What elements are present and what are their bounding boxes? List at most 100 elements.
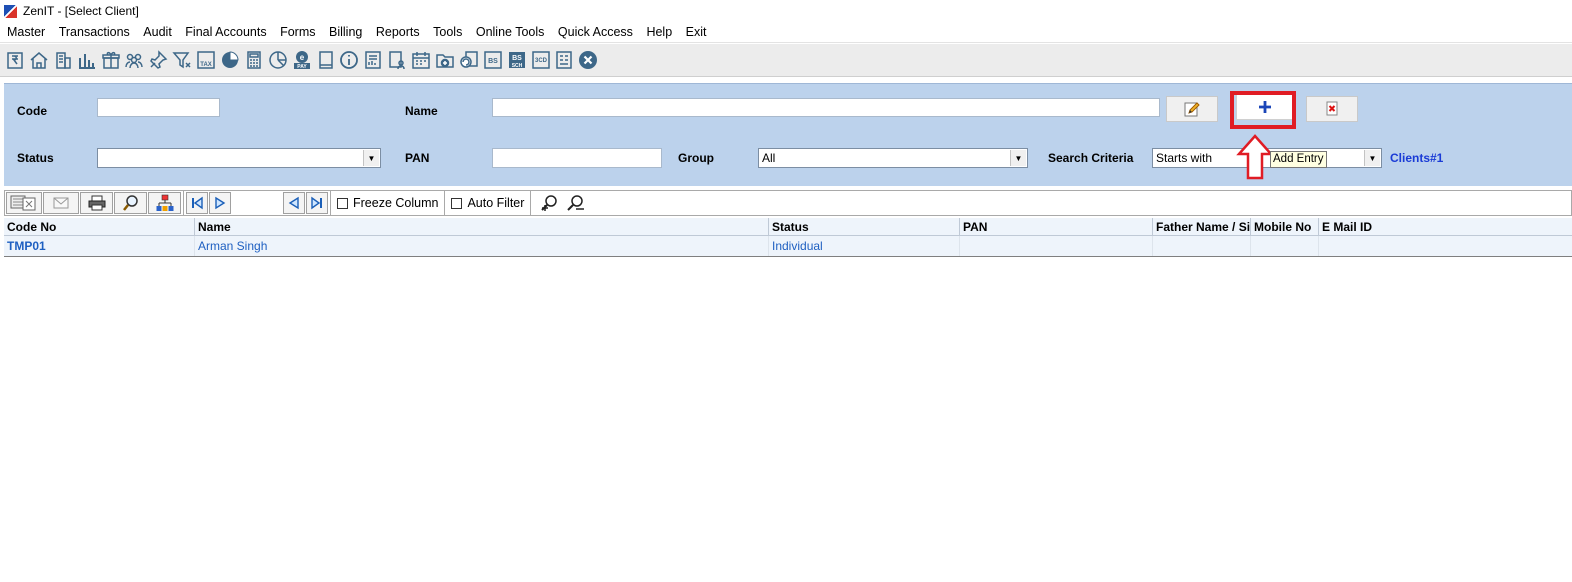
home-icon[interactable] xyxy=(28,49,50,71)
column-header-mobile-no[interactable]: Mobile No xyxy=(1251,218,1319,235)
menu-audit[interactable]: Audit xyxy=(143,25,172,39)
app-logo-icon xyxy=(4,4,17,18)
svg-text:BS: BS xyxy=(512,55,522,62)
menu-transactions[interactable]: Transactions xyxy=(59,25,130,39)
zoom-in-button[interactable] xyxy=(541,194,559,212)
building-icon[interactable] xyxy=(52,49,74,71)
status-select[interactable]: ▼ xyxy=(97,148,381,168)
up-arrow-indicator-icon xyxy=(1236,134,1274,180)
menu-help[interactable]: Help xyxy=(646,25,672,39)
folder-add-icon[interactable] xyxy=(434,49,456,71)
book-icon[interactable] xyxy=(315,49,337,71)
svg-text:PAY: PAY xyxy=(297,64,307,70)
user-doc-icon[interactable] xyxy=(386,49,408,71)
clients-count[interactable]: Clients#1 xyxy=(1390,151,1443,165)
first-record-button[interactable] xyxy=(186,192,208,214)
hierarchy-icon xyxy=(156,194,173,211)
preview-button[interactable] xyxy=(114,192,147,214)
grid-header: Code No Name Status PAN Father Name / Si… xyxy=(4,218,1572,236)
report-icon[interactable] xyxy=(362,49,384,71)
group-label: Group xyxy=(678,151,714,165)
table-row[interactable]: TMP01 Arman Singh Individual xyxy=(4,236,1572,257)
filter-icon[interactable] xyxy=(171,49,193,71)
print-button[interactable] xyxy=(80,192,113,214)
menu-master[interactable]: Master xyxy=(7,25,45,39)
column-header-father-name[interactable]: Father Name / Sig xyxy=(1153,218,1251,235)
gift-icon[interactable] xyxy=(100,49,122,71)
magnifier-icon xyxy=(122,195,138,211)
svg-text:3CD: 3CD xyxy=(535,58,548,64)
menu-quick-access[interactable]: Quick Access xyxy=(558,25,633,39)
cell-code-no[interactable]: TMP01 xyxy=(4,236,195,256)
delete-button[interactable] xyxy=(1306,96,1358,122)
hierarchy-button[interactable] xyxy=(148,192,181,214)
bs-icon[interactable]: BS xyxy=(482,49,504,71)
add-entry-tooltip: Add Entry xyxy=(1270,151,1327,168)
cell-name[interactable]: Arman Singh xyxy=(195,236,769,256)
skip-first-icon xyxy=(192,196,203,210)
bar-chart-icon[interactable] xyxy=(76,49,98,71)
menu-tools[interactable]: Tools xyxy=(433,25,462,39)
name-input[interactable] xyxy=(492,98,1160,117)
calculator-icon[interactable] xyxy=(243,49,265,71)
zoom-out-button[interactable] xyxy=(567,194,585,212)
name-label: Name xyxy=(405,104,438,118)
next-button[interactable] xyxy=(209,192,231,214)
column-header-status[interactable]: Status xyxy=(769,218,960,235)
freeze-column-checkbox[interactable]: Freeze Column xyxy=(331,191,444,215)
close-circle-icon[interactable] xyxy=(577,49,599,71)
epay-icon[interactable]: e PAY xyxy=(291,49,313,71)
group-value: All xyxy=(762,151,776,165)
pie-icon[interactable] xyxy=(219,49,241,71)
pencil-edit-icon xyxy=(1184,102,1200,117)
3cd-icon[interactable]: 3CD xyxy=(530,49,552,71)
code-label: Code xyxy=(17,104,47,118)
users-icon[interactable] xyxy=(123,49,145,71)
pin-icon[interactable] xyxy=(147,49,169,71)
freeze-column-label: Freeze Column xyxy=(353,196,439,210)
zoom-in-icon xyxy=(541,195,558,211)
rupee-book-icon[interactable] xyxy=(4,49,26,71)
calendar-icon[interactable] xyxy=(410,49,432,71)
tax-icon[interactable]: TAX xyxy=(195,49,217,71)
cell-status[interactable]: Individual xyxy=(769,236,960,256)
cell-pan[interactable] xyxy=(960,236,1153,256)
title-bar: ZenIT - [Select Client] xyxy=(0,0,1572,22)
form-icon[interactable] xyxy=(553,49,575,71)
clock-chart-icon[interactable] xyxy=(267,49,289,71)
pan-label: PAN xyxy=(405,151,430,165)
chevron-down-icon: ▼ xyxy=(363,150,379,166)
filter-panel: Code Name Status ▼ PAN Group All ▼ Searc… xyxy=(4,83,1572,186)
last-record-button[interactable] xyxy=(306,192,328,214)
cell-father-name[interactable] xyxy=(1153,236,1251,256)
code-input[interactable] xyxy=(97,98,220,117)
printer-icon xyxy=(88,195,105,211)
column-header-email-id[interactable]: E Mail ID xyxy=(1319,218,1572,235)
chevron-down-icon: ▼ xyxy=(1010,150,1026,166)
refresh-doc-icon[interactable] xyxy=(458,49,480,71)
export-icon xyxy=(10,195,36,211)
menu-forms[interactable]: Forms xyxy=(280,25,315,39)
cell-mobile-no[interactable] xyxy=(1251,236,1319,256)
window-title: ZenIT - [Select Client] xyxy=(23,4,139,18)
search-criteria-value: Starts with xyxy=(1156,151,1213,165)
auto-filter-checkbox[interactable]: Auto Filter xyxy=(445,191,530,215)
previous-button[interactable] xyxy=(283,192,305,214)
edit-button[interactable] xyxy=(1166,96,1218,122)
info-icon[interactable] xyxy=(338,49,360,71)
export-button[interactable] xyxy=(6,192,42,214)
menu-online-tools[interactable]: Online Tools xyxy=(476,25,545,39)
menu-final-accounts[interactable]: Final Accounts xyxy=(185,25,266,39)
menu-exit[interactable]: Exit xyxy=(686,25,707,39)
menu-billing[interactable]: Billing xyxy=(329,25,362,39)
mail-button[interactable] xyxy=(43,192,79,214)
menu-reports[interactable]: Reports xyxy=(376,25,420,39)
bs-sch-icon[interactable]: BS SCH xyxy=(506,49,528,71)
group-select[interactable]: All ▼ xyxy=(758,148,1028,168)
column-header-code-no[interactable]: Code No xyxy=(4,218,195,235)
delete-doc-icon xyxy=(1326,101,1338,116)
pan-input[interactable] xyxy=(492,148,662,168)
column-header-name[interactable]: Name xyxy=(195,218,769,235)
cell-email-id[interactable] xyxy=(1319,236,1572,256)
column-header-pan[interactable]: PAN xyxy=(960,218,1153,235)
